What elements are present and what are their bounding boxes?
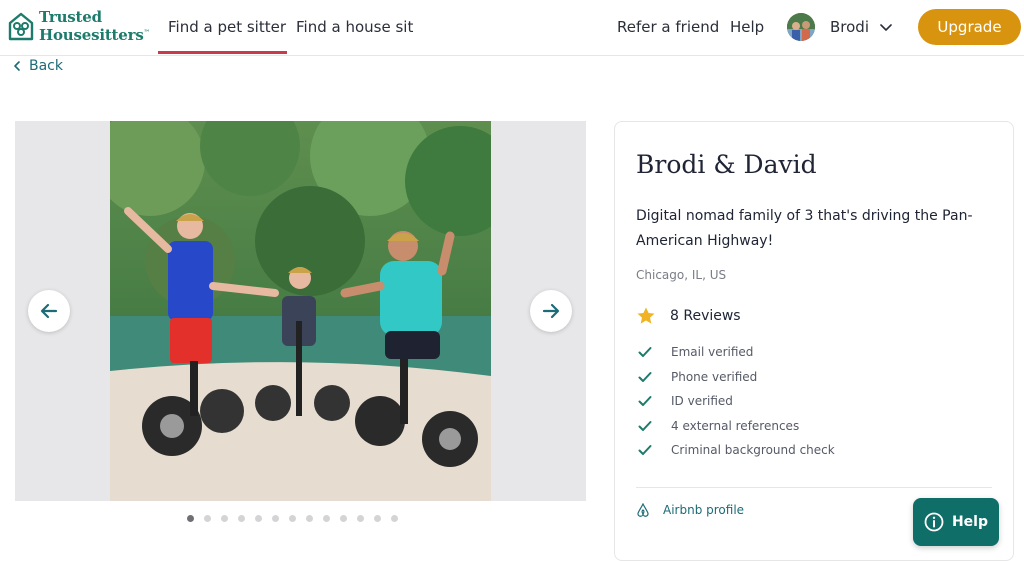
profile-photo[interactable]: [110, 121, 491, 501]
back-label: Back: [29, 58, 63, 74]
previous-photo-button[interactable]: [28, 290, 70, 332]
gallery-dot[interactable]: [187, 515, 194, 522]
checkmark-icon: [638, 347, 652, 358]
photo-gallery: [15, 121, 586, 501]
arrow-left-icon: [40, 303, 58, 319]
user-name[interactable]: Brodi: [830, 0, 869, 54]
top-navigation-bar: Trusted Housesitters™ Find a pet sitter …: [0, 0, 1024, 56]
gallery-dot[interactable]: [255, 515, 262, 522]
logo-trademark: ™: [143, 29, 150, 36]
refer-a-friend-link[interactable]: Refer a friend: [617, 0, 719, 56]
chevron-down-icon[interactable]: [879, 20, 893, 34]
gallery-dot[interactable]: [340, 515, 347, 522]
airbnb-profile-label: Airbnb profile: [663, 503, 745, 517]
house-heart-icon: [8, 12, 34, 40]
gallery-dot[interactable]: [204, 515, 211, 522]
logo-line-1: Trusted: [39, 8, 102, 26]
verification-item: Criminal background check: [638, 438, 835, 463]
verification-label: ID verified: [671, 394, 733, 409]
help-link[interactable]: Help: [730, 0, 764, 56]
verification-label: Email verified: [671, 345, 754, 360]
gallery-dot[interactable]: [391, 515, 398, 522]
airbnb-profile-link[interactable]: Airbnb profile: [636, 503, 744, 517]
gallery-pagination-dots: [187, 515, 398, 522]
verification-list: Email verified Phone verified ID verified 4…: [638, 340, 835, 463]
verification-item: ID verified: [638, 389, 835, 414]
reviews-summary[interactable]: 8 Reviews: [636, 306, 741, 326]
gallery-dot[interactable]: [323, 515, 330, 522]
gallery-dot[interactable]: [238, 515, 245, 522]
chevron-left-icon: [14, 61, 20, 71]
verification-label: Phone verified: [671, 369, 758, 384]
arrow-right-icon: [542, 303, 560, 319]
gallery-dot[interactable]: [289, 515, 296, 522]
divider: [636, 487, 992, 488]
upgrade-button[interactable]: Upgrade: [918, 9, 1021, 45]
nav-active-indicator: [158, 51, 287, 54]
airbnb-icon: [637, 503, 649, 517]
info-icon: [924, 512, 944, 532]
help-floating-button[interactable]: Help: [913, 498, 999, 546]
checkmark-icon: [638, 371, 652, 382]
verification-label: Criminal background check: [671, 443, 835, 458]
verification-item: Email verified: [638, 340, 835, 365]
gallery-dot[interactable]: [306, 515, 313, 522]
checkmark-icon: [638, 396, 652, 407]
profile-description: Digital nomad family of 3 that's driving…: [636, 208, 973, 249]
reviews-count: 8 Reviews: [670, 308, 741, 324]
gallery-dot[interactable]: [221, 515, 228, 522]
checkmark-icon: [638, 445, 652, 456]
gallery-dot[interactable]: [272, 515, 279, 522]
checkmark-icon: [638, 420, 652, 431]
nav-find-house-sit[interactable]: Find a house sit: [296, 0, 413, 56]
logo-line-2: Housesitters: [39, 26, 144, 44]
help-floating-label: Help: [951, 514, 989, 530]
profile-location: Chicago, IL, US: [636, 268, 727, 282]
logo-wordmark: Trusted Housesitters™: [39, 8, 150, 44]
star-icon: [637, 307, 655, 324]
verification-label: 4 external references: [671, 418, 800, 433]
page-title: Brodi & David: [636, 150, 817, 179]
next-photo-button[interactable]: [530, 290, 572, 332]
avatar[interactable]: [787, 13, 815, 41]
sitter-profile-card: Brodi & David Digital nomad family of 3 …: [614, 121, 1014, 561]
trusted-housesitters-logo[interactable]: Trusted Housesitters™: [8, 8, 150, 44]
verification-item: 4 external references: [638, 414, 835, 439]
back-link[interactable]: Back: [13, 58, 63, 74]
gallery-dot[interactable]: [357, 515, 364, 522]
nav-find-pet-sitter[interactable]: Find a pet sitter: [168, 0, 286, 56]
gallery-dot[interactable]: [374, 515, 381, 522]
verification-item: Phone verified: [638, 365, 835, 390]
